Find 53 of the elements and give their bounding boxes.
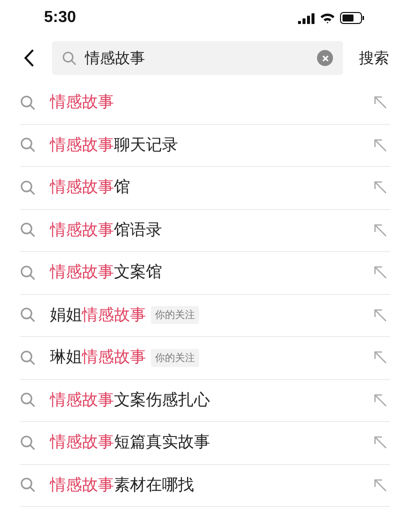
fill-arrow-icon[interactable] bbox=[374, 138, 387, 152]
search-icon bbox=[62, 50, 77, 66]
suggestion-text: 情感故事文案伤感扎心 bbox=[50, 390, 210, 411]
following-tag: 你的关注 bbox=[151, 306, 199, 324]
suggestion-text: 情感故事素材在哪找 bbox=[50, 474, 194, 496]
fill-arrow-icon[interactable] bbox=[374, 436, 387, 450]
suggestion-text: 情感故事短篇真实故事 bbox=[50, 432, 210, 454]
search-icon bbox=[20, 180, 36, 196]
fill-arrow-icon[interactable] bbox=[374, 96, 387, 110]
suggestion-item[interactable]: 琳姐情感故事 你的关注 bbox=[20, 337, 390, 380]
suggestion-text: 琳姐情感故事 bbox=[50, 347, 146, 368]
search-icon bbox=[20, 307, 36, 324]
wifi-icon bbox=[320, 12, 335, 24]
suggestion-item[interactable]: 情感故事 bbox=[20, 82, 390, 124]
search-icon bbox=[20, 434, 36, 451]
suggestion-text: 情感故事 bbox=[50, 92, 114, 114]
suggestion-text: 情感故事馆语录 bbox=[50, 220, 162, 241]
search-button[interactable]: 搜索 bbox=[359, 48, 389, 68]
suggestion-text: 情感故事文案馆 bbox=[50, 262, 162, 284]
status-time: 5:30 bbox=[44, 9, 76, 27]
following-tag: 你的关注 bbox=[151, 348, 199, 367]
battery-icon bbox=[340, 12, 365, 24]
fill-arrow-icon[interactable] bbox=[374, 308, 387, 322]
suggestion-text: 情感故事馆 bbox=[50, 177, 130, 198]
suggestion-item[interactable]: 情感故事文案伤感扎心 bbox=[20, 380, 390, 422]
suggestion-item[interactable]: 情感故事文案馆 bbox=[20, 252, 390, 294]
suggestion-text: 情感故事聊天记录 bbox=[50, 134, 178, 156]
suggestion-item[interactable]: 情感故事馆 bbox=[20, 167, 390, 210]
close-icon bbox=[322, 54, 328, 62]
suggestion-item[interactable]: 情感故事馆语录 bbox=[20, 210, 390, 252]
fill-arrow-icon[interactable] bbox=[374, 266, 387, 280]
fill-arrow-icon[interactable] bbox=[374, 224, 387, 237]
suggestion-item[interactable]: 情感故事聊天记录 bbox=[20, 124, 390, 167]
search-field[interactable]: 情感故事 bbox=[52, 41, 343, 75]
suggestion-item[interactable]: 情感故事素材在哪找 bbox=[20, 464, 390, 507]
fill-arrow-icon[interactable] bbox=[374, 394, 387, 407]
search-icon bbox=[20, 264, 36, 281]
search-query: 情感故事 bbox=[85, 48, 145, 68]
search-icon bbox=[20, 137, 36, 154]
fill-arrow-icon[interactable] bbox=[374, 181, 387, 194]
search-icon bbox=[20, 222, 36, 238]
search-icon bbox=[20, 94, 36, 111]
search-icon bbox=[20, 392, 36, 408]
fill-arrow-icon[interactable] bbox=[374, 351, 387, 364]
search-icon bbox=[20, 477, 36, 494]
suggestion-item[interactable]: 娟姐情感故事 你的关注 bbox=[20, 294, 390, 337]
clear-button[interactable] bbox=[317, 50, 333, 66]
fill-arrow-icon[interactable] bbox=[374, 478, 387, 492]
back-icon bbox=[24, 49, 34, 67]
suggestion-text: 娟姐情感故事 bbox=[50, 304, 146, 326]
search-icon bbox=[20, 350, 36, 366]
signal-icon bbox=[298, 12, 315, 24]
suggestion-item[interactable]: 情感故事短篇真实故事 bbox=[20, 422, 390, 464]
